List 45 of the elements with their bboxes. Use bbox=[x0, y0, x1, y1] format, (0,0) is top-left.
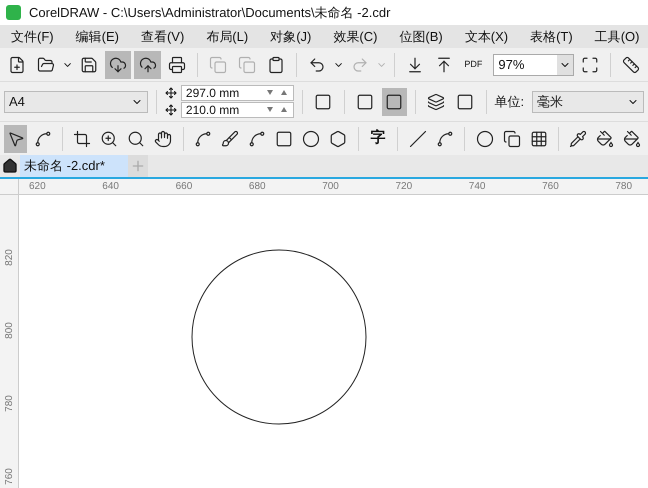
ruler-label: 620 bbox=[29, 180, 47, 194]
menu-item[interactable]: 文件(F) bbox=[0, 26, 65, 46]
zoom-value: 97% bbox=[498, 56, 524, 74]
ruler-label: 700 bbox=[322, 180, 340, 194]
ruler-label: 760 bbox=[2, 468, 16, 485]
menu-item[interactable]: 查看(V) bbox=[130, 26, 196, 46]
cloud-upload-icon[interactable] bbox=[134, 50, 161, 78]
ruler-label: 800 bbox=[2, 322, 16, 339]
spin-arrows-icon[interactable] bbox=[266, 107, 289, 113]
text-tool-button[interactable]: 字 bbox=[366, 124, 390, 152]
ruler-label: 780 bbox=[615, 180, 634, 194]
pdf-button[interactable]: PDF bbox=[460, 60, 486, 69]
zoom-field[interactable]: 97% bbox=[493, 54, 574, 76]
menu-item[interactable]: 工具(O) bbox=[584, 26, 648, 46]
ruler-label: 680 bbox=[248, 180, 267, 194]
document-tab[interactable]: 未命名 -2.cdr* bbox=[20, 155, 128, 177]
ruler-label: 820 bbox=[2, 249, 16, 266]
dimension-value: 297.0 mm bbox=[186, 85, 240, 102]
dimension-value: 210.0 mm bbox=[186, 102, 240, 119]
units-label: 单位: bbox=[494, 92, 524, 111]
menu-item[interactable]: 位图(B) bbox=[388, 26, 454, 46]
menu-item[interactable]: 表格(T) bbox=[519, 26, 584, 46]
dimension-field[interactable]: 297.0 mm bbox=[180, 85, 294, 101]
menu-item[interactable]: 编辑(E) bbox=[64, 26, 130, 46]
ruler-label: 760 bbox=[542, 180, 560, 194]
units-value: 毫米 bbox=[537, 92, 564, 111]
page-size-value: A4 bbox=[9, 92, 25, 111]
menu-item[interactable]: 对象(J) bbox=[259, 26, 322, 46]
app-logo-icon bbox=[6, 5, 21, 20]
menu-item[interactable]: 效果(C) bbox=[322, 26, 388, 46]
home-icon[interactable] bbox=[2, 158, 18, 174]
ruler-label: 640 bbox=[102, 180, 120, 194]
cloud-download-icon[interactable] bbox=[105, 50, 132, 78]
ruler-label: 720 bbox=[395, 180, 414, 194]
menu-item[interactable]: 文本(X) bbox=[454, 26, 520, 46]
menu-item[interactable]: 布局(L) bbox=[195, 26, 260, 46]
units-dropdown[interactable]: 毫米 bbox=[532, 90, 644, 112]
page-size-dropdown[interactable]: A4 bbox=[4, 90, 148, 112]
ruler-label: 780 bbox=[2, 395, 16, 412]
dimension-field[interactable]: 210.0 mm bbox=[180, 102, 294, 118]
pointer-icon[interactable] bbox=[4, 124, 27, 152]
spin-arrows-icon[interactable] bbox=[266, 90, 289, 96]
ruler-label: 740 bbox=[468, 180, 486, 194]
window-title: CorelDRAW - C:\Users\Administrator\Documents\未命名 -2.cdr bbox=[29, 4, 390, 22]
ruler-label: 660 bbox=[176, 180, 194, 194]
